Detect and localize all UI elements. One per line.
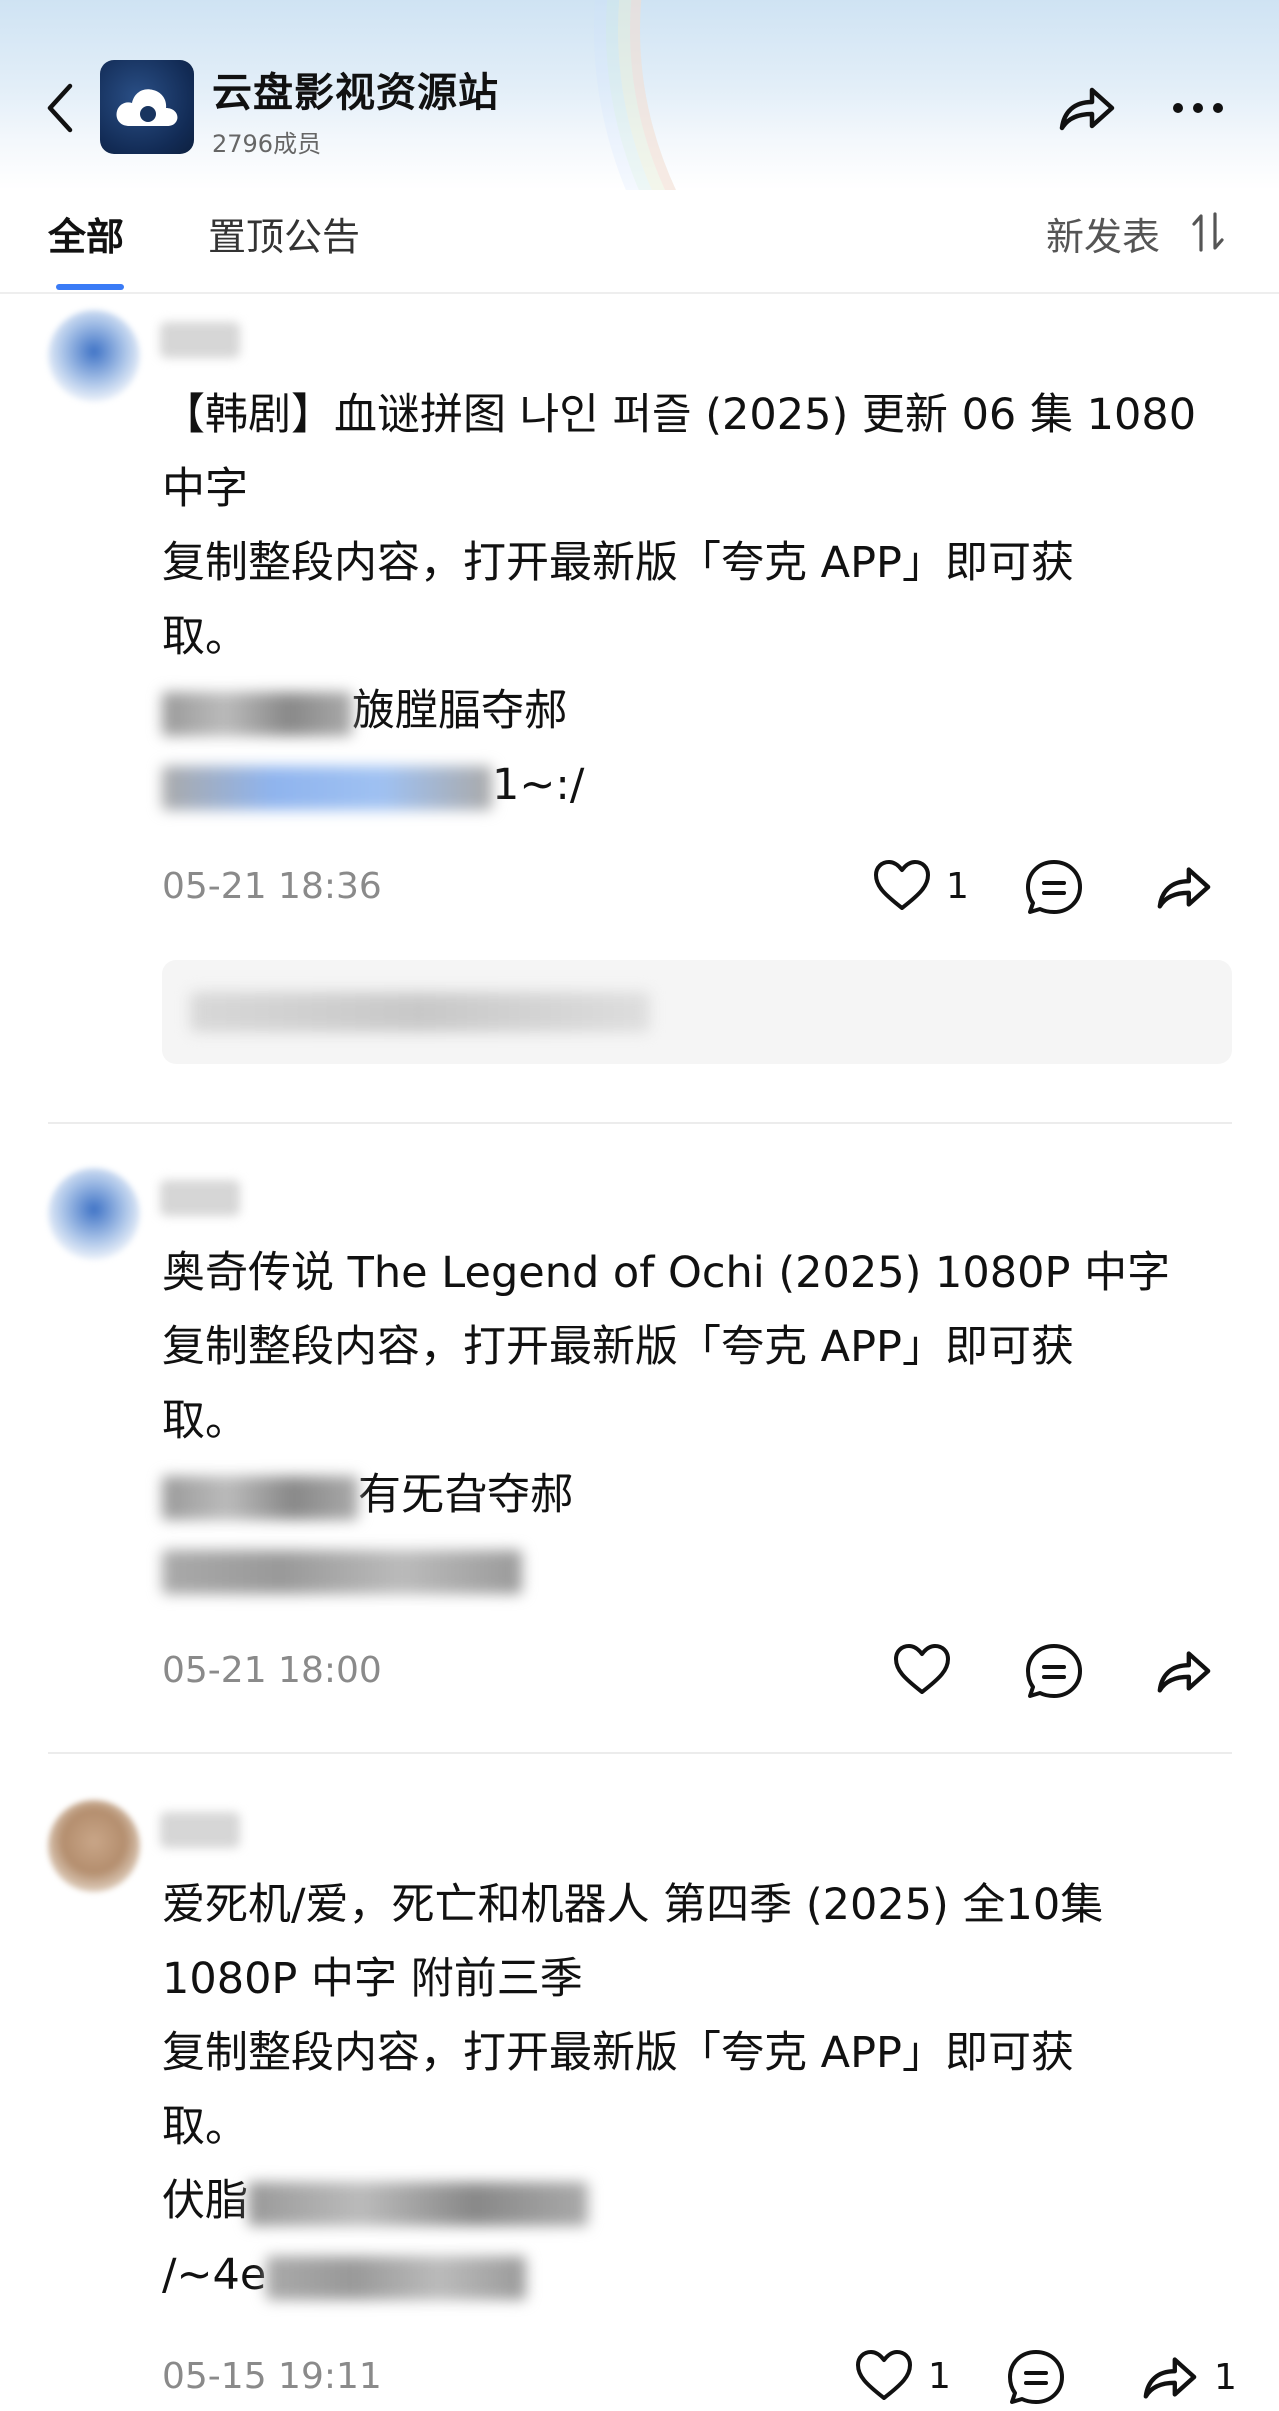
post-title-line: 奥奇传说 The Legend of Ochi (2025) 1080P 中字	[162, 1248, 1171, 1298]
blurred-link	[162, 765, 492, 810]
share-code-tail: 有旡旮夺郝	[358, 1470, 573, 1520]
post-timestamp: 05-21 18:00	[162, 1650, 382, 1691]
heart-icon	[856, 2350, 912, 2400]
blurred-code	[248, 2181, 588, 2226]
post-body-line: 取。	[162, 2102, 248, 2152]
heart-icon	[894, 1644, 950, 1694]
post-share-link	[162, 1532, 522, 1606]
share-icon	[1143, 2357, 1197, 2399]
share-count: 1	[1214, 2356, 1237, 2398]
post-timestamp: 05-15 19:11	[162, 2356, 382, 2397]
share-icon	[1059, 87, 1115, 131]
post-title-line: 爱死机/爱，死亡和机器人 第四季 (2025) 全10集	[162, 1880, 1104, 1930]
active-tab-indicator	[56, 284, 124, 290]
tab-pinned-announcements[interactable]: 置顶公告	[208, 206, 360, 261]
share-link-head: /~4e	[162, 2250, 267, 2300]
post-share-code: 伏脂	[162, 2164, 588, 2238]
post-author-avatar[interactable]	[48, 1800, 140, 1892]
share-button[interactable]	[1152, 1642, 1228, 1700]
back-button[interactable]	[42, 78, 82, 138]
share-button[interactable]: 1	[1138, 2348, 1237, 2406]
like-button[interactable]: 1	[854, 2348, 951, 2404]
share-button[interactable]	[1152, 858, 1228, 916]
comment-button[interactable]	[1024, 858, 1084, 918]
post-author-name-blurred[interactable]	[160, 322, 240, 358]
post-divider	[48, 1752, 1232, 1754]
sort-newest-button[interactable]: 新发表	[1046, 206, 1160, 261]
post-divider	[48, 1122, 1232, 1124]
comment-icon	[1026, 860, 1082, 914]
more-icon	[1173, 103, 1223, 113]
share-group-button[interactable]	[1054, 78, 1118, 138]
post-body-line: 取。	[162, 612, 248, 662]
post-title-line: 中字	[162, 464, 248, 514]
post-share-link: /~4e	[162, 2238, 527, 2312]
post-body-line: 复制整段内容，打开最新版「夸克 APP」即可获	[162, 1322, 1074, 1372]
share-icon	[1157, 1651, 1211, 1693]
post-author-avatar[interactable]	[48, 310, 140, 402]
blurred-code	[162, 1475, 358, 1520]
post-title-line: 1080P 中字 附前三季	[162, 1954, 583, 2004]
post-share-link: 1~:/	[162, 748, 584, 822]
comment-button[interactable]	[1006, 2348, 1066, 2408]
post-title-line: 【韩剧】血谜拼图 나인 퍼즐 (2025) 更新 06 集 1080	[162, 390, 1197, 440]
comment-icon	[1026, 1644, 1082, 1698]
post-timestamp: 05-21 18:36	[162, 866, 382, 907]
sort-icon[interactable]	[1190, 210, 1226, 254]
blurred-code	[162, 691, 352, 736]
like-button[interactable]: 1	[872, 858, 969, 914]
cloud-icon	[116, 89, 178, 126]
heart-icon	[874, 860, 930, 910]
like-count: 1	[946, 865, 969, 907]
blurred-comment-text	[190, 992, 650, 1032]
share-code-tail: 旇膛腷夺郝	[352, 686, 567, 736]
share-code-head: 伏脂	[162, 2176, 248, 2226]
blurred-link	[266, 2255, 527, 2300]
post-body-line: 取。	[162, 1396, 248, 1446]
post-author-name-blurred[interactable]	[160, 1812, 240, 1848]
comment-preview[interactable]	[162, 960, 1232, 1064]
post-body-line: 复制整段内容，打开最新版「夸克 APP」即可获	[162, 2028, 1074, 2078]
like-count: 1	[928, 2355, 951, 2397]
share-link-tail: 1~:/	[492, 760, 585, 810]
post-author-name-blurred[interactable]	[160, 1180, 240, 1216]
post-share-code: 有旡旮夺郝	[162, 1458, 573, 1532]
like-button[interactable]	[892, 1642, 966, 1698]
tabs-divider	[0, 292, 1279, 294]
post-author-avatar[interactable]	[48, 1168, 140, 1260]
comment-icon	[1008, 2350, 1064, 2404]
post-share-code: 旇膛腷夺郝	[162, 674, 567, 748]
group-name: 云盘影视资源站	[212, 70, 499, 116]
more-options-button[interactable]	[1168, 78, 1228, 138]
comment-button[interactable]	[1024, 1642, 1084, 1702]
group-avatar[interactable]	[100, 60, 194, 154]
blurred-link	[162, 1549, 522, 1594]
share-icon	[1157, 867, 1211, 909]
chevron-left-icon	[47, 83, 73, 133]
post-body-line: 复制整段内容，打开最新版「夸克 APP」即可获	[162, 538, 1074, 588]
tab-all[interactable]: 全部	[48, 206, 124, 261]
member-count: 2796成员	[212, 130, 322, 158]
